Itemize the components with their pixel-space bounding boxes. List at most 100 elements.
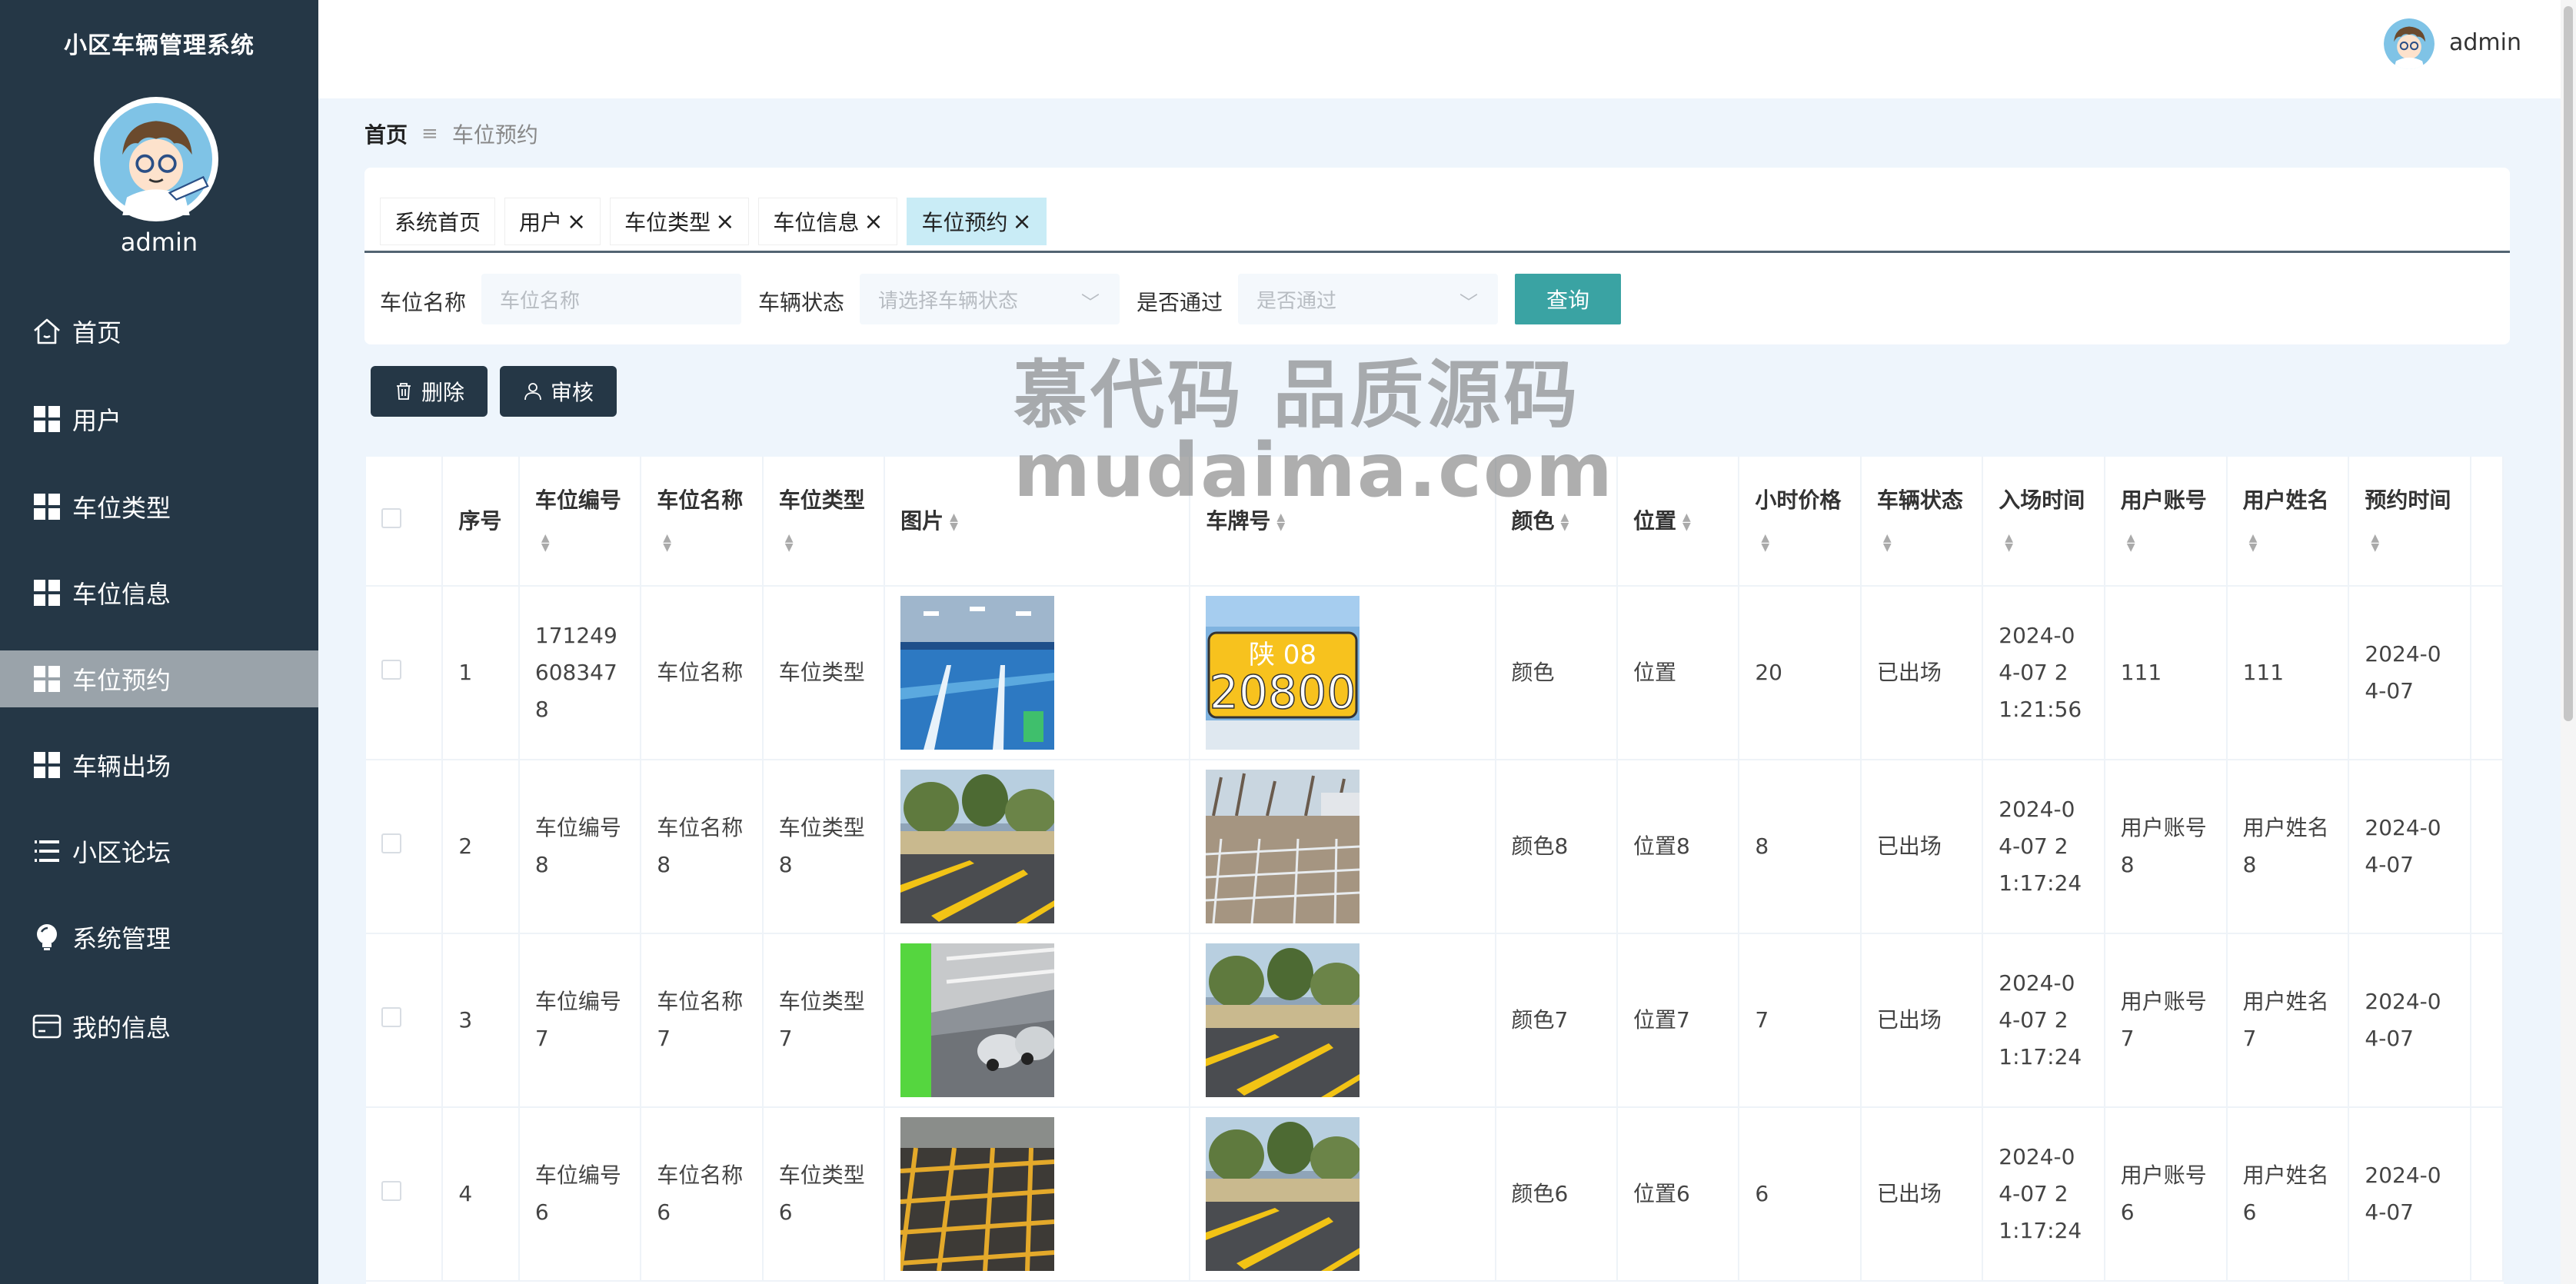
table-row[interactable]: 3 车位编号7 车位名称7 车位类型7 颜色7 位置7 7 已出场 2024-0… (366, 933, 2504, 1108)
sidebar-item-label: 车辆出场 (72, 752, 171, 781)
column-header[interactable]: 车位名称 ▲ ▼ (641, 457, 764, 587)
cell-booking-time: 2024-04-07 (2348, 586, 2471, 760)
parking-image[interactable] (1206, 770, 1360, 923)
column-header[interactable]: 用户姓名 ▲ ▼ (2226, 457, 2350, 587)
license-plate-image[interactable]: 陕 08 20800 (1206, 596, 1360, 750)
cell-entry-time: 2024-04-07 21:17:24 (1982, 760, 2105, 934)
sidebar-item-space-type[interactable]: 车位类型 (0, 478, 318, 535)
cell-index: 4 (442, 1107, 520, 1282)
cell-account: 用户账号8 (2104, 760, 2228, 934)
sort-icon[interactable]: ▲ ▼ (1276, 512, 1285, 532)
tab-space-info[interactable]: 车位信息 × (758, 198, 898, 245)
cell-entry-time: 2024-04-07 21:21:56 (1982, 586, 2105, 760)
cell-location: 位置6 (1616, 1107, 1740, 1282)
cell-entry-time: 2024-04-07 21:17:24 (1982, 933, 2105, 1108)
close-icon[interactable]: × (567, 208, 586, 235)
top-username[interactable]: admin (2449, 29, 2521, 56)
sort-icon[interactable]: ▲ ▼ (2005, 533, 2013, 553)
breadcrumb-home[interactable]: 首页 (364, 118, 408, 149)
space-name-label: 车位名称 (380, 290, 467, 315)
user-avatar[interactable] (2384, 18, 2435, 69)
tab-users[interactable]: 用户 × (504, 198, 601, 245)
column-header[interactable]: 预约时间 ▲ ▼ (2348, 457, 2471, 587)
column-header[interactable]: 入场时间 ▲ ▼ (1982, 457, 2105, 587)
grid-icon (31, 403, 63, 435)
sort-icon[interactable]: ▲ ▼ (1883, 533, 1892, 553)
row-checkbox[interactable] (381, 1181, 401, 1201)
space-name-input[interactable]: 车位名称 (481, 274, 741, 324)
pass-status-select[interactable]: 是否通过 ﹀ (1238, 274, 1498, 324)
sort-icon[interactable]: ▲ ▼ (1682, 512, 1691, 532)
column-header[interactable]: 小时价格 ▲ ▼ (1739, 457, 1862, 587)
sort-icon[interactable]: ▲ ▼ (1561, 512, 1569, 532)
cell-name: 车位名称6 (641, 1107, 764, 1282)
grid-icon (31, 491, 63, 523)
sort-icon[interactable]: ▲ ▼ (541, 533, 550, 553)
vehicle-status-select[interactable]: 请选择车辆状态 ﹀ (860, 274, 1120, 324)
tab-space-booking[interactable]: 车位预约 × (907, 198, 1047, 245)
sidebar-item-home[interactable]: 首页 (0, 303, 318, 360)
sidebar-avatar[interactable] (94, 97, 218, 221)
sort-icon[interactable]: ▲ ▼ (663, 533, 671, 553)
parking-image[interactable] (900, 1117, 1055, 1271)
close-icon[interactable]: × (715, 208, 734, 235)
tab-space-type[interactable]: 车位类型 × (610, 198, 750, 245)
parking-image[interactable] (900, 943, 1055, 1097)
tab-home[interactable]: 系统首页 (380, 198, 496, 245)
column-header[interactable]: 车位编号 ▲ ▼ (518, 457, 642, 587)
parking-image[interactable] (900, 596, 1055, 750)
vertical-scrollbar-thumb[interactable] (2564, 6, 2573, 721)
sort-icon[interactable]: ▲ ▼ (2127, 533, 2135, 553)
sidebar-item-label: 系统管理 (72, 924, 171, 953)
row-checkbox[interactable] (381, 1007, 401, 1027)
cell-entry-time: 2024-04-07 21:17:24 (1982, 1107, 2105, 1282)
table-row[interactable]: 4 车位编号6 车位名称6 车位类型6 颜色6 位置6 6 已出场 2024-0… (366, 1107, 2504, 1282)
sidebar-item-space-booking[interactable]: 车位预约 (0, 650, 318, 707)
sidebar-item-forum[interactable]: 小区论坛 (0, 823, 318, 880)
table-row[interactable]: 1 1712496083478 车位名称 车位类型 陕 08 20800 颜色 … (366, 586, 2504, 760)
grid-icon (31, 749, 63, 781)
sidebar-item-space-info[interactable]: 车位信息 (0, 564, 318, 621)
parking-image[interactable] (1206, 943, 1360, 1097)
sort-icon[interactable]: ▲ ▼ (2371, 533, 2379, 553)
column-header[interactable]: 用户账号 ▲ ▼ (2104, 457, 2228, 587)
sidebar-item-label: 车位信息 (72, 580, 171, 609)
table-row[interactable]: 2 车位编号8 车位名称8 车位类型8 颜色8 位置8 8 已出场 2024-0… (366, 760, 2504, 934)
sort-icon[interactable]: ▲ ▼ (785, 533, 794, 553)
plate-bottom-text: 20800 (1210, 666, 1356, 720)
sidebar-item-vehicle-exit[interactable]: 车辆出场 (0, 737, 318, 793)
cell-username: 111 (2226, 586, 2350, 760)
sidebar-item-users[interactable]: 用户 (0, 391, 318, 447)
column-header[interactable]: 位置 ▲ ▼ (1616, 457, 1740, 587)
cell-booking-time: 2024-04-07 (2348, 933, 2471, 1108)
select-all-checkbox[interactable] (381, 507, 401, 528)
sidebar-item-system[interactable]: 系统管理 (0, 909, 318, 966)
delete-button[interactable]: 删除 (371, 366, 488, 417)
row-checkbox[interactable] (381, 833, 401, 853)
tab-divider (364, 251, 2510, 253)
column-header[interactable]: 车位类型 ▲ ▼ (762, 457, 886, 587)
close-icon[interactable]: × (1013, 208, 1032, 235)
sidebar-item-label: 小区论坛 (72, 838, 171, 867)
home-icon (31, 315, 63, 348)
parking-image[interactable] (1206, 1117, 1360, 1271)
cell-status: 已出场 (1860, 760, 1984, 934)
sidebar-item-profile[interactable]: 我的信息 (0, 998, 318, 1055)
cell-username: 用户姓名8 (2226, 760, 2350, 934)
cell-price: 8 (1739, 760, 1862, 934)
audit-button[interactable]: 审核 (500, 366, 617, 417)
column-header[interactable]: 车辆状态 ▲ ▼ (1860, 457, 1984, 587)
parking-image[interactable] (900, 770, 1055, 923)
sort-icon[interactable]: ▲ ▼ (950, 512, 958, 532)
cell-account: 用户账号6 (2104, 1107, 2228, 1282)
tab-label: 用户 (519, 210, 563, 235)
close-icon[interactable]: × (864, 208, 883, 235)
cell-type: 车位类型 (762, 586, 886, 760)
row-checkbox[interactable] (381, 660, 401, 680)
sort-icon[interactable]: ▲ ▼ (1761, 533, 1769, 553)
cell-status: 已出场 (1860, 1107, 1984, 1282)
sort-icon[interactable]: ▲ ▼ (2249, 533, 2258, 553)
query-button[interactable]: 查询 (1515, 274, 1621, 324)
user-icon (524, 383, 541, 401)
breadcrumb-separator-icon: ≡ (421, 122, 438, 145)
